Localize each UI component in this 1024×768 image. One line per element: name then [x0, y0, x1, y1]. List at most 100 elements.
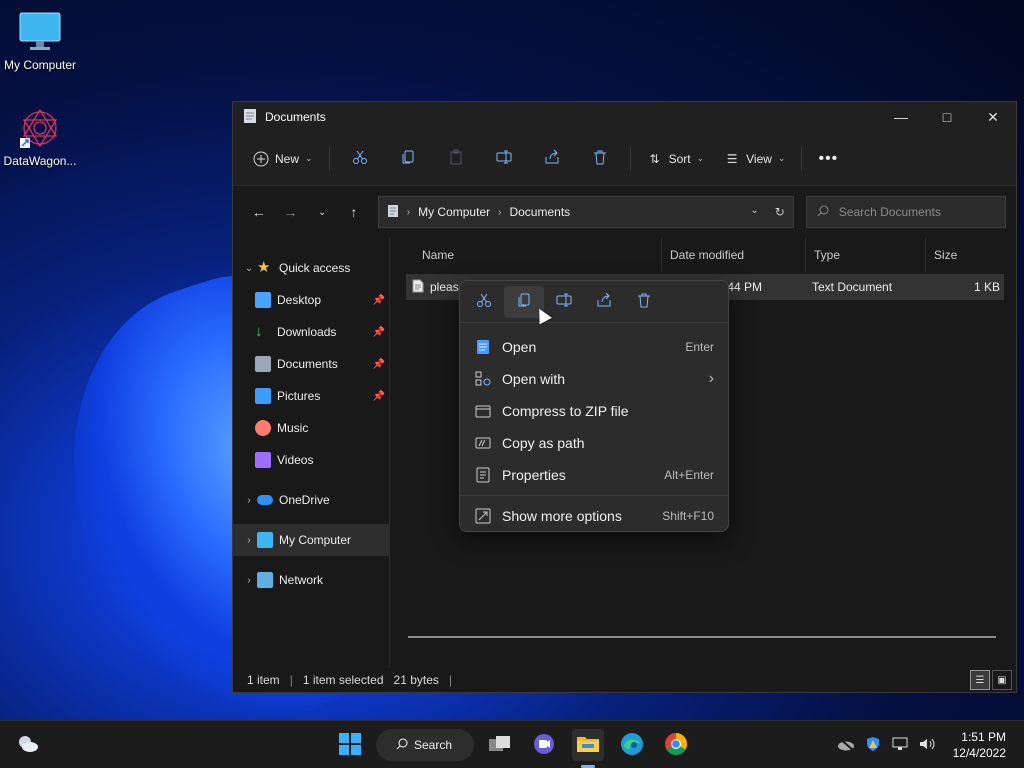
taskbar-search-button[interactable]: Search [376, 729, 474, 761]
menu-item-open-with[interactable]: Open with › [460, 363, 728, 395]
column-header-date[interactable]: Date modified [662, 238, 806, 272]
chevron-right-icon[interactable]: › [241, 535, 257, 546]
scissors-icon [352, 149, 368, 168]
column-label: Name [422, 248, 455, 262]
sidebar-item-my-computer[interactable]: › My Computer [233, 524, 389, 556]
desktop-icon-datawagon[interactable]: DataWagon... [0, 106, 80, 168]
sidebar-item-onedrive[interactable]: › OneDrive [233, 484, 389, 516]
picture-icon [255, 388, 271, 404]
close-button[interactable]: ✕ [970, 102, 1016, 132]
horizontal-scrollbar[interactable] [408, 636, 996, 638]
pin-icon[interactable]: 📌 [373, 327, 385, 338]
title-bar[interactable]: Documents — □ ✕ [233, 102, 1016, 132]
new-label: New [275, 151, 300, 166]
pin-icon[interactable]: 📌 [373, 359, 385, 370]
column-header-name[interactable]: Name [390, 238, 662, 272]
selected-size: 21 bytes [393, 673, 439, 687]
clock[interactable]: 1:51 PM 12/4/2022 [941, 729, 1024, 761]
start-button[interactable] [334, 729, 366, 761]
chevron-down-icon[interactable]: ⌄ [241, 263, 257, 274]
address-bar[interactable]: › My Computer › Documents ⌄ ↻ [377, 196, 794, 228]
security-shield-icon[interactable] [865, 736, 881, 755]
cloud-offline-icon[interactable] [837, 736, 855, 754]
sidebar-label: Pictures [277, 389, 321, 403]
chevron-right-icon[interactable]: › [241, 575, 257, 586]
forward-button[interactable]: → [275, 197, 307, 227]
refresh-icon[interactable]: ↻ [775, 205, 785, 219]
pin-icon[interactable]: 📌 [373, 295, 385, 306]
share-button[interactable] [584, 286, 624, 318]
rename-icon [496, 149, 512, 168]
menu-item-show-more-options[interactable]: Show more options Shift+F10 [460, 500, 728, 532]
pin-icon[interactable]: 📌 [373, 391, 385, 402]
document-icon [255, 356, 271, 372]
trash-icon [592, 149, 608, 168]
menu-item-open[interactable]: Open Enter [460, 331, 728, 363]
weather-widget-button[interactable] [12, 729, 44, 761]
chrome-browser-button[interactable] [660, 729, 692, 761]
clipboard-icon [448, 149, 464, 168]
paste-button[interactable] [432, 143, 480, 175]
teams-chat-button[interactable] [528, 729, 560, 761]
delete-button[interactable] [576, 143, 624, 175]
properties-icon [474, 466, 492, 484]
desktop-icon-my-computer[interactable]: My Computer [0, 10, 80, 72]
minimize-button[interactable]: — [878, 102, 924, 132]
rename-button[interactable] [544, 286, 584, 318]
tiles-view-button[interactable]: ▣ [992, 670, 1012, 690]
network-icon[interactable] [891, 737, 909, 754]
sidebar-item-network[interactable]: › Network [233, 564, 389, 596]
cut-button[interactable] [336, 143, 384, 175]
view-button[interactable]: ☰ View ⌄ [714, 143, 795, 175]
more-options-button[interactable]: ••• [808, 143, 848, 175]
cut-button[interactable] [464, 286, 504, 318]
new-button[interactable]: New ⌄ [243, 143, 323, 175]
chrome-icon [664, 732, 688, 759]
delete-button[interactable] [624, 286, 664, 318]
command-bar: New ⌄ ⇅ Sort ⌄ ☰ View ⌄ ••• [233, 132, 1016, 186]
sidebar-item-pictures[interactable]: Pictures 📌 [233, 380, 389, 412]
breadcrumb-documents[interactable]: Documents [509, 205, 570, 219]
file-explorer-taskbar-button[interactable] [572, 729, 604, 761]
up-button[interactable]: ↑ [338, 197, 370, 227]
maximize-button[interactable]: □ [924, 102, 970, 132]
sidebar-item-desktop[interactable]: Desktop 📌 [233, 284, 389, 316]
document-icon [387, 204, 399, 221]
sidebar-item-quick-access[interactable]: ⌄ ★ Quick access [233, 252, 389, 284]
file-size: 1 KB [973, 280, 1000, 294]
copy-button[interactable] [384, 143, 432, 175]
search-box[interactable]: Search Documents [805, 196, 1006, 228]
rename-button[interactable] [480, 143, 528, 175]
details-view-button[interactable]: ☰ [970, 670, 990, 690]
document-icon [243, 108, 257, 127]
file-type: Text Document [812, 280, 893, 294]
chevron-right-icon[interactable]: › [241, 495, 257, 506]
breadcrumb-my-computer[interactable]: My Computer [418, 205, 490, 219]
share-button[interactable] [528, 143, 576, 175]
menu-shortcut: Alt+Enter [664, 468, 714, 482]
column-header-size[interactable]: Size [926, 238, 1006, 272]
menu-label: Copy as path [502, 435, 585, 451]
sidebar-label: Documents [277, 357, 338, 371]
back-button[interactable]: ← [243, 197, 275, 227]
sort-button[interactable]: ⇅ Sort ⌄ [637, 143, 715, 175]
menu-item-copy-as-path[interactable]: Copy as path [460, 427, 728, 459]
menu-item-properties[interactable]: Properties Alt+Enter [460, 459, 728, 491]
sidebar-label: Network [279, 573, 324, 587]
chevron-down-icon[interactable]: ⌄ [750, 205, 758, 219]
sidebar-item-music[interactable]: Music [233, 412, 389, 444]
chevron-down-icon: ⌄ [696, 153, 705, 163]
column-header-row: Name Date modified Type Size [390, 238, 1016, 272]
task-view-button[interactable] [484, 729, 516, 761]
zip-folder-icon [474, 402, 492, 420]
rename-icon [556, 292, 572, 311]
recent-locations-button[interactable]: ⌄ [306, 197, 338, 227]
sidebar-item-documents[interactable]: Documents 📌 [233, 348, 389, 380]
menu-item-compress[interactable]: Compress to ZIP file [460, 395, 728, 427]
open-with-icon [474, 370, 492, 388]
volume-icon[interactable] [919, 737, 937, 754]
sidebar-item-videos[interactable]: Videos [233, 444, 389, 476]
sidebar-item-downloads[interactable]: ↓ Downloads 📌 [233, 316, 389, 348]
column-header-type[interactable]: Type [806, 238, 926, 272]
edge-browser-button[interactable] [616, 729, 648, 761]
